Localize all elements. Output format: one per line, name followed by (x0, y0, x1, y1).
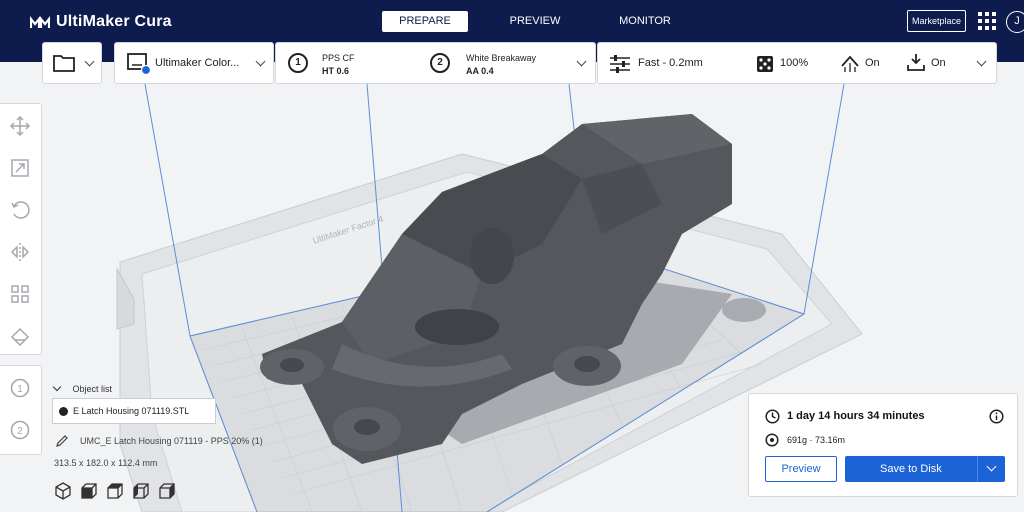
support-blocker-icon[interactable] (10, 326, 30, 346)
extruder-tool-sidebar: 1 2 (0, 365, 42, 455)
plate-clip (722, 298, 766, 322)
print-summary-panel: 1 day 14 hours 34 minutes 691g · 73.16m … (748, 393, 1018, 497)
stage-tabs: PREPARE PREVIEW MONITOR (382, 11, 712, 32)
infill-icon (757, 56, 773, 72)
extruder-2-icon: 2 (430, 53, 450, 73)
extruder-1-tool-icon[interactable]: 1 (10, 378, 30, 398)
tab-prepare[interactable]: PREPARE (382, 11, 468, 32)
chevron-down-icon (52, 382, 62, 392)
svg-text:2: 2 (17, 426, 23, 437)
chevron-down-icon (84, 56, 95, 67)
front-view-icon[interactable] (80, 482, 98, 500)
sliders-icon (610, 55, 630, 73)
extruder-1-material: PPS CF (322, 53, 355, 63)
infill-value: 100% (780, 57, 809, 69)
object-list-toggle[interactable]: Object list (52, 382, 113, 394)
clock-icon (765, 409, 780, 424)
printer-selector[interactable]: Ultimaker Color... (114, 42, 274, 84)
app-title: UltiMaker Cura (56, 13, 172, 30)
print-time: 1 day 14 hours 34 minutes (787, 410, 925, 422)
view-orientation-controls (54, 482, 184, 500)
apps-grid-icon[interactable] (978, 12, 996, 30)
object-name: E Latch Housing 071119.STL (73, 406, 190, 416)
model-dimensions: 313.5 x 182.0 x 112.4 mm (54, 458, 158, 468)
job-name[interactable]: UMC_E Latch Housing 071119 - PPS 20% (1) (80, 436, 263, 446)
top-view-icon[interactable] (106, 482, 124, 500)
extruder-selector[interactable]: 1 PPS CF HT 0.6 2 White Breakaway AA 0.4 (275, 42, 596, 84)
profile-label: Fast - 0.2mm (638, 57, 703, 69)
printer-name: Ultimaker Color... (155, 57, 240, 69)
extruder-1-icon: 1 (288, 53, 308, 73)
extruder-2-material: White Breakaway (466, 53, 537, 63)
tab-preview[interactable]: PREVIEW (492, 11, 578, 32)
print-settings-selector[interactable]: Fast - 0.2mm 100% On On (597, 42, 997, 84)
extruder-color-dot (59, 407, 68, 416)
spool-icon (765, 433, 779, 447)
material-usage: 691g · 73.16m (787, 435, 846, 445)
support-icon (841, 55, 859, 72)
scale-tool-icon[interactable] (10, 158, 30, 178)
move-tool-icon[interactable] (10, 116, 30, 136)
preview-button[interactable]: Preview (765, 456, 837, 482)
save-options-dropdown[interactable] (977, 456, 1005, 482)
svg-text:1: 1 (17, 384, 23, 395)
printer-icon (127, 53, 151, 75)
object-list-title: Object list (72, 384, 113, 394)
app-logo: UltiMaker Cura (30, 12, 172, 32)
adhesion-value: On (931, 57, 946, 69)
tab-monitor[interactable]: MONITOR (602, 11, 688, 32)
info-icon[interactable] (989, 409, 1004, 424)
chevron-down-icon (976, 56, 987, 67)
chevron-down-icon (986, 461, 997, 472)
tool-sidebar (0, 103, 42, 355)
chevron-down-icon (255, 56, 266, 67)
adhesion-icon (907, 54, 925, 71)
pencil-icon[interactable] (56, 435, 68, 447)
chevron-down-icon (576, 56, 587, 67)
open-file-panel[interactable] (42, 42, 102, 84)
extruder-1-core: HT 0.6 (322, 66, 350, 76)
3d-view-icon[interactable] (54, 482, 72, 500)
ultimaker-logo-icon (30, 15, 50, 28)
extruder-2-core: AA 0.4 (466, 66, 494, 76)
folder-icon[interactable] (53, 54, 75, 72)
marketplace-button[interactable]: Marketplace (907, 10, 966, 32)
account-avatar[interactable]: J (1006, 11, 1024, 33)
extruder-2-tool-icon[interactable]: 2 (10, 420, 30, 440)
mirror-tool-icon[interactable] (10, 242, 30, 262)
support-value: On (865, 57, 880, 69)
per-model-settings-icon[interactable] (10, 284, 30, 304)
rotate-tool-icon[interactable] (10, 200, 30, 220)
left-view-icon[interactable] (132, 482, 150, 500)
object-list-item[interactable]: E Latch Housing 071119.STL (52, 398, 216, 424)
right-view-icon[interactable] (158, 482, 176, 500)
